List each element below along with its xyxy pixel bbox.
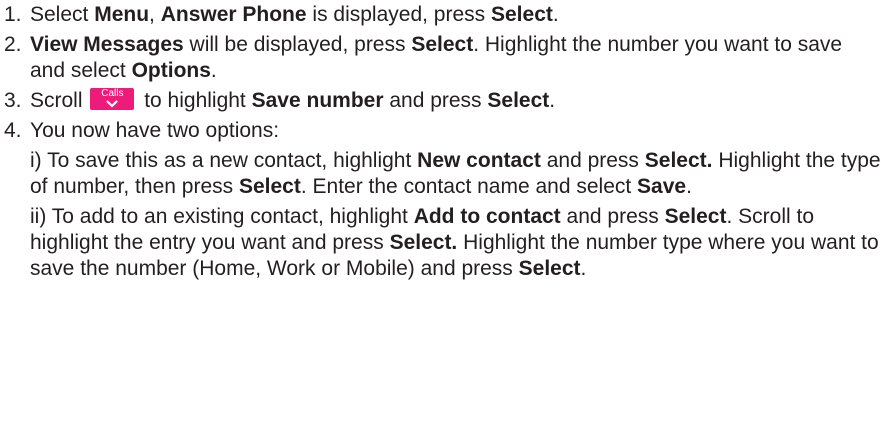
step-number: 3. (4, 89, 22, 112)
text: to highlight (138, 89, 252, 112)
option-add-to-contact: ii) To add to an existing contact, highl… (30, 204, 881, 282)
step-number: 1. (4, 3, 22, 26)
chevron-down-icon (106, 100, 118, 108)
text: Select (30, 3, 95, 26)
step-text: Select Menu, Answer Phone is displayed, … (30, 2, 881, 28)
step-2: 2. View Messages will be displayed, pres… (4, 32, 881, 84)
text: and press (560, 205, 665, 228)
step-4: 4. You now have two options: i) To save … (4, 118, 881, 282)
text: will be displayed, press (183, 33, 412, 56)
term-select: Select. (389, 231, 458, 254)
text: . (552, 3, 559, 26)
term-menu: Menu (94, 3, 150, 26)
text: . (210, 59, 217, 82)
term-save: Save (637, 175, 687, 198)
term-add-to-contact: Add to contact (413, 205, 561, 228)
step-1: 1. Select Menu, Answer Phone is displaye… (4, 2, 881, 28)
text: is displayed, press (306, 3, 491, 26)
calls-key-label: Calls (101, 88, 124, 99)
step-number: 4. (4, 119, 22, 142)
text: . (686, 175, 692, 198)
step-intro: You now have two options: (30, 119, 280, 142)
term-select: Select (664, 205, 727, 228)
term-select: Select (411, 33, 474, 56)
instruction-list: 1. Select Menu, Answer Phone is displaye… (0, 0, 881, 426)
term-select: Select (487, 89, 550, 112)
term-view-messages: View Messages (30, 33, 184, 56)
text: Scroll (30, 89, 89, 112)
text: . (580, 257, 587, 280)
step-text: Scroll Calls to highlight Save number an… (30, 88, 881, 114)
term-save-number: Save number (251, 89, 384, 112)
term-select: Select (491, 3, 553, 26)
text: and press (540, 149, 645, 172)
term-select: Select. (644, 149, 713, 172)
calls-key-icon: Calls (90, 88, 135, 110)
step-3: 3. Scroll Calls to highlight Save number… (4, 88, 881, 114)
step-text: View Messages will be displayed, press S… (30, 32, 881, 84)
step-number: 2. (4, 33, 22, 56)
option-new-contact: i) To save this as a new contact, highli… (30, 148, 881, 200)
term-new-contact: New contact (417, 149, 541, 172)
term-select: Select (518, 257, 581, 280)
text: . (549, 89, 556, 112)
term-options: Options (131, 59, 211, 82)
text: . Enter the contact name and select (300, 175, 638, 198)
text: ii) To add to an existing contact, highl… (30, 205, 414, 228)
term-answer-phone: Answer Phone (160, 3, 307, 26)
term-select: Select (238, 175, 301, 198)
text: i) To save this as a new contact, highli… (30, 149, 418, 172)
text: and press (383, 89, 488, 112)
text: , (149, 3, 161, 26)
